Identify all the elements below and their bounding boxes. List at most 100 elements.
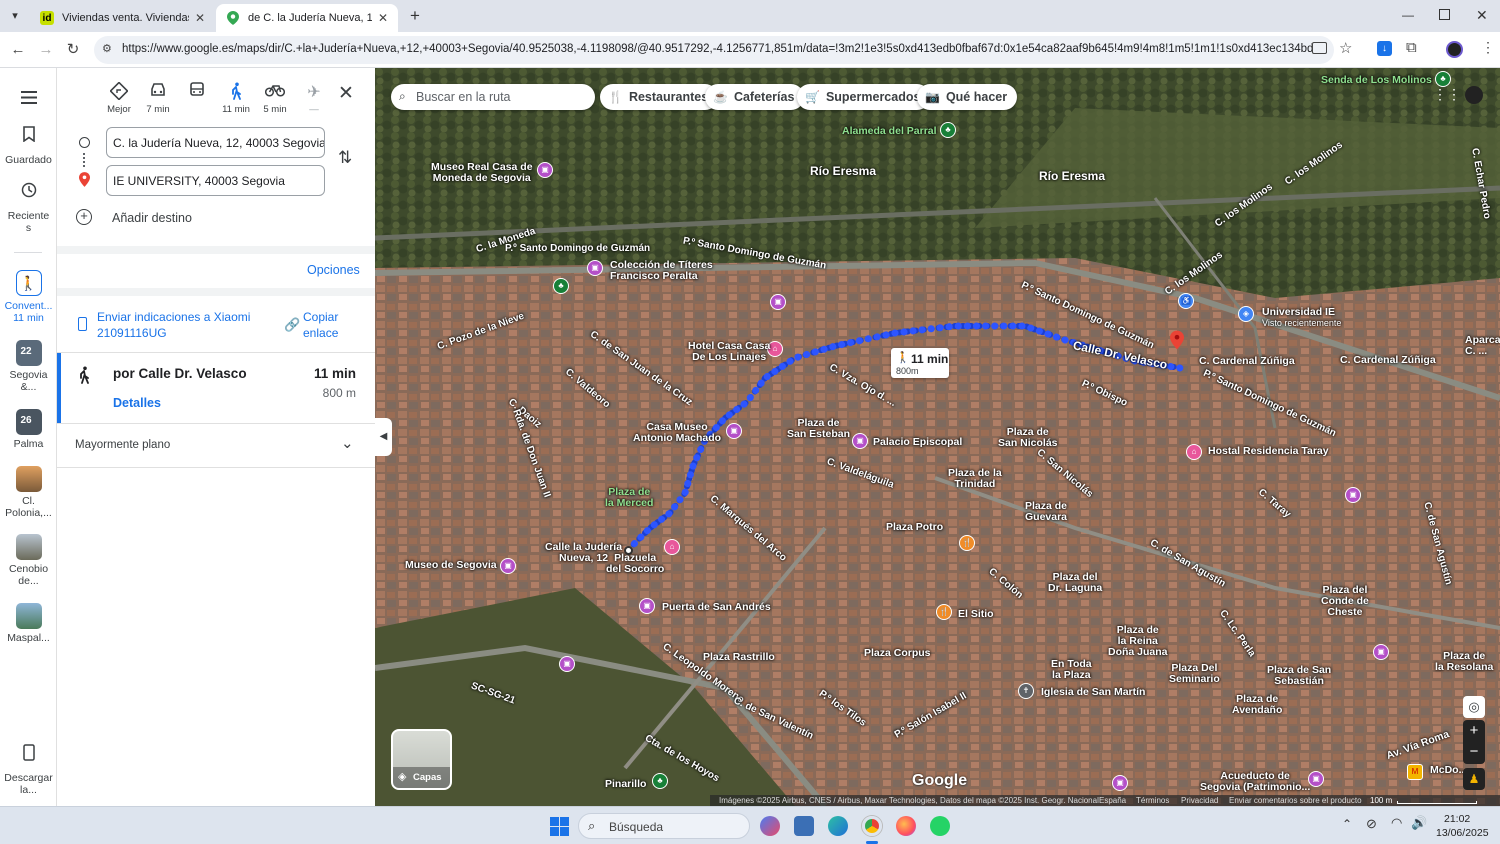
new-tab-icon[interactable]: + [405, 6, 425, 26]
rail-download-app[interactable]: Descargar la... [0, 744, 57, 796]
museum-poi-icon[interactable]: ▣ [726, 423, 742, 439]
destination-field[interactable]: IE UNIVERSITY, 40003 Segovia [106, 165, 325, 196]
park-poi-icon[interactable]: ♣ [652, 773, 668, 789]
collapse-panel-button[interactable]: ◀ [375, 418, 392, 456]
rail-cenobio[interactable]: Cenobio de... [0, 534, 57, 587]
url-box[interactable]: ⚙ https://www.google.es/maps/dir/C.+la+J… [94, 36, 1334, 64]
mcdonalds-icon[interactable]: M [1407, 764, 1423, 780]
footer-link-feedback[interactable]: Enviar comentarios sobre el producto [1229, 796, 1362, 805]
museum-poi-icon[interactable]: ▣ [559, 656, 575, 672]
close-directions-icon[interactable]: ✕ [338, 82, 354, 105]
url-text[interactable]: https://www.google.es/maps/dir/C.+la+Jud… [122, 43, 1312, 55]
close-tab-icon[interactable]: ✕ [378, 11, 388, 25]
rail-recent[interactable]: Reciente s [0, 182, 57, 234]
footer-link-spain[interactable]: España [1099, 796, 1126, 805]
rail-maspal[interactable]: Maspal... [0, 603, 57, 644]
mode-car[interactable]: 7 min [140, 82, 176, 115]
route-search-box[interactable]: ⌕ Buscar en la ruta [391, 84, 595, 110]
app-icon[interactable] [760, 816, 780, 836]
install-app-icon[interactable] [1312, 42, 1327, 54]
chrome-icon[interactable] [862, 816, 882, 836]
route-time-badge[interactable]: 🚶 11 min 800m [891, 348, 949, 378]
chevron-up-icon[interactable]: ⌃ [1342, 817, 1352, 831]
clock-date[interactable]: 13/06/2025 [1436, 827, 1489, 839]
network-off-icon[interactable]: ⊘ [1366, 816, 1377, 832]
chip-restaurants[interactable]: 🍴 Restaurantes [600, 84, 719, 110]
profile-avatar[interactable] [1465, 86, 1483, 104]
add-destination-icon[interactable]: + [76, 209, 92, 225]
route-option-card[interactable]: por Calle Dr. Velasco 11 min 800 m Detal… [57, 353, 375, 423]
clock-time[interactable]: 21:02 [1444, 813, 1470, 825]
museum-poi-icon[interactable]: ▣ [639, 598, 655, 614]
mode-walk[interactable]: 11 min [218, 82, 254, 115]
scale-label[interactable]: 100 m [1370, 796, 1392, 805]
origin-field[interactable]: C. la Judería Nueva, 12, 40003 Segovia [106, 127, 325, 158]
museum-poi-icon[interactable]: ▣ [1308, 771, 1324, 787]
church-poi-icon[interactable]: ✝ [1018, 683, 1034, 699]
bookmark-star-icon[interactable]: ☆ [1339, 39, 1352, 57]
pegman-icon[interactable]: ♟ [1463, 768, 1485, 790]
park-poi-icon[interactable]: ♣ [553, 278, 569, 294]
terrain-row[interactable]: Mayormente plano ⌄ [57, 424, 375, 467]
accessibility-poi-icon[interactable]: ♿ [1178, 293, 1194, 309]
extensions-icon[interactable]: ⧉ [1406, 39, 1417, 56]
tab-viviendas[interactable]: id Viviendas venta. Viviendas alqu ✕ [30, 4, 215, 32]
close-window-icon[interactable]: ✕ [1476, 7, 1488, 24]
chip-things-to-do[interactable]: 📷 Qué hacer [917, 84, 1018, 110]
minimize-icon[interactable]: — [1402, 8, 1418, 22]
mode-best[interactable]: Mejor [101, 81, 137, 115]
whatsapp-icon[interactable] [930, 816, 950, 836]
park-poi-icon[interactable]: ♣ [1435, 71, 1451, 87]
footer-link-privacy[interactable]: Privacidad [1181, 796, 1218, 805]
back-icon[interactable]: ← [8, 40, 28, 60]
firefox-icon[interactable] [896, 816, 916, 836]
university-poi-icon[interactable]: ◈ [1238, 306, 1254, 322]
museum-poi-icon[interactable]: ▣ [537, 162, 553, 178]
apps-grid-icon[interactable]: ⋮⋮ [1433, 86, 1461, 103]
wifi-icon[interactable]: ◠ [1391, 815, 1402, 831]
maximize-icon[interactable] [1439, 9, 1450, 20]
site-info-icon[interactable]: ⚙ [102, 42, 112, 55]
download-icon[interactable]: ↓ [1377, 41, 1392, 56]
zoom-out-button[interactable]: − [1463, 742, 1485, 764]
taskbar-search[interactable]: ⌕ Búsqueda [578, 813, 750, 839]
footer-link-terms[interactable]: Términos [1136, 796, 1169, 805]
chip-cafes[interactable]: ☕ Cafeterías [705, 84, 805, 110]
restaurant-poi-icon[interactable]: 🍴 [936, 604, 952, 620]
museum-poi-icon[interactable]: ▣ [770, 294, 786, 310]
restaurant-poi-icon[interactable]: 🍴 [959, 535, 975, 551]
add-destination-button[interactable]: Añadir destino [112, 211, 192, 225]
calculator-icon[interactable] [794, 816, 814, 836]
map-canvas[interactable]: ⌕ Buscar en la ruta 🍴 Restaurantes ☕ Cafet… [375, 68, 1500, 806]
rail-segovia[interactable]: 22 Segovia &... [0, 340, 57, 393]
forward-icon[interactable]: → [36, 40, 56, 60]
send-to-phone-button[interactable]: Enviar indicaciones a Xiaomi 21091116UG [97, 309, 257, 341]
rail-palma[interactable]: 26 Palma [0, 409, 57, 450]
hotel-poi-icon[interactable]: ⌂ [664, 539, 680, 555]
museum-poi-icon[interactable]: ▣ [1112, 775, 1128, 791]
reload-icon[interactable]: ↻ [63, 40, 83, 60]
rail-saved[interactable]: Guardado [0, 126, 57, 166]
volume-icon[interactable]: 🔊 [1411, 815, 1427, 831]
museum-poi-icon[interactable]: ▣ [852, 433, 868, 449]
museum-poi-icon[interactable]: ▣ [587, 260, 603, 276]
details-button[interactable]: Detalles [113, 396, 161, 410]
destination-pin-icon[interactable] [1170, 330, 1184, 355]
menu-icon[interactable]: ⋮ [1481, 39, 1495, 56]
swap-icon[interactable]: ⇅ [338, 148, 352, 168]
museum-poi-icon[interactable]: ▣ [500, 558, 516, 574]
windows-start-icon[interactable] [550, 817, 569, 836]
park-poi-icon[interactable]: ♣ [940, 122, 956, 138]
edge-icon[interactable] [828, 816, 848, 836]
profile-avatar[interactable] [1446, 41, 1463, 58]
menu-button[interactable] [0, 88, 57, 116]
hotel-poi-icon[interactable]: ⌂ [1186, 444, 1202, 460]
museum-poi-icon[interactable]: ▣ [1345, 487, 1361, 503]
layers-button[interactable]: ◈ Capas [391, 729, 452, 790]
rail-polonia[interactable]: Cl. Polonia,... [0, 466, 57, 519]
chip-supermarkets[interactable]: 🛒 Supermercados [797, 84, 931, 110]
tab-maps[interactable]: de C. la Judería Nueva, 12, 4000 ✕ [216, 4, 398, 32]
tab-search-button[interactable]: ▾ [6, 7, 24, 25]
mode-transit[interactable] [179, 82, 215, 104]
close-tab-icon[interactable]: ✕ [195, 11, 205, 25]
